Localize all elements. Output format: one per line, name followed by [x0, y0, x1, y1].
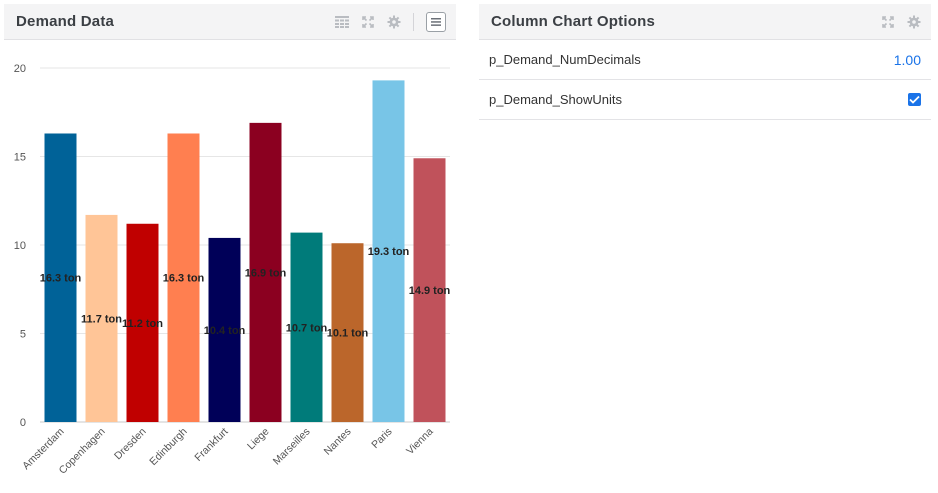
- y-tick-label: 10: [14, 240, 26, 252]
- table-icon[interactable]: [335, 15, 349, 29]
- y-tick-label: 5: [20, 329, 26, 341]
- checkmark-icon: [909, 95, 920, 104]
- data-label: 16.3 ton: [40, 273, 82, 285]
- gear-icon[interactable]: [387, 15, 401, 29]
- data-label: 16.3 ton: [163, 273, 205, 285]
- option-row-num-decimals: p_Demand_NumDecimals 1.00: [479, 40, 931, 80]
- menu-icon[interactable]: [426, 11, 446, 32]
- y-tick-label: 15: [14, 152, 26, 164]
- data-label: 19.3 ton: [368, 246, 410, 258]
- show-units-checkbox[interactable]: [908, 93, 921, 106]
- x-tick-label: Edinburgh: [147, 426, 189, 468]
- option-row-show-units: p_Demand_ShowUnits: [479, 80, 931, 120]
- demand-data-header: Demand Data: [4, 4, 456, 40]
- data-label: 11.2 ton: [122, 318, 163, 330]
- panel-title: Column Chart Options: [491, 13, 655, 30]
- column-chart-options-panel: Column Chart Options p_Demand_NumDecimal…: [479, 4, 931, 120]
- x-tick-label: Marseilles: [271, 426, 313, 468]
- demand-data-panel: Demand Data 0 5 10 15 20 16.3 ton Amster…: [4, 4, 456, 488]
- panel-title: Demand Data: [16, 13, 115, 30]
- x-tick-label: Liege: [245, 426, 272, 453]
- x-tick-label: Frankfurt: [192, 426, 230, 464]
- gear-icon[interactable]: [907, 15, 921, 29]
- data-label: 10.1 ton: [327, 328, 369, 340]
- expand-icon[interactable]: [361, 15, 375, 29]
- data-label: 10.7 ton: [286, 322, 328, 334]
- x-tick-label: Paris: [369, 426, 394, 451]
- data-label: 14.9 ton: [409, 285, 451, 297]
- y-tick-label: 0: [20, 417, 26, 429]
- x-tick-label: Vienna: [404, 426, 436, 458]
- option-label: p_Demand_NumDecimals: [489, 52, 641, 67]
- data-label: 16.9 ton: [245, 267, 287, 279]
- x-tick-label: Nantes: [322, 426, 354, 458]
- data-label: 10.4 ton: [204, 325, 246, 337]
- x-tick-label: Dresden: [112, 426, 149, 463]
- option-label: p_Demand_ShowUnits: [489, 92, 622, 107]
- expand-icon[interactable]: [881, 15, 895, 29]
- num-decimals-value[interactable]: 1.00: [894, 52, 921, 68]
- data-label: 11.7 ton: [81, 313, 122, 325]
- chart-svg: 0510152016.3 tonAmsterdam11.7 tonCopenha…: [14, 63, 451, 477]
- demand-column-chart: 0 5 10 15 20 16.3 ton Amsterdam 11.7 ton Copenha…: [4, 44, 456, 488]
- y-tick-label: 20: [14, 63, 26, 75]
- options-header: Column Chart Options: [479, 4, 931, 40]
- header-separator: [413, 12, 414, 31]
